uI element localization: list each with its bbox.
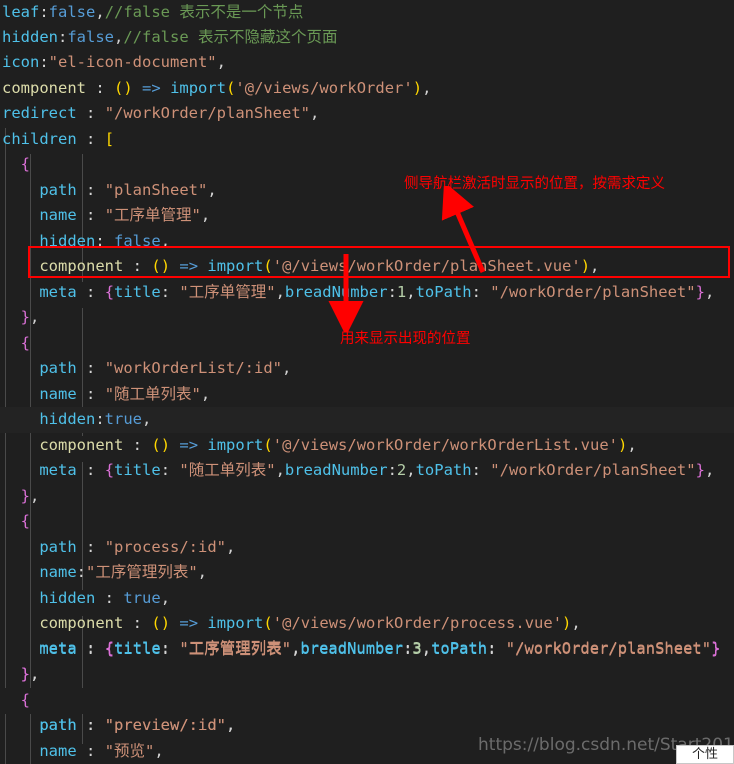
preview-route-block: { path : "preview/:id", bbox=[0, 0, 734, 764]
code-line: path : "preview/:id", bbox=[39, 716, 236, 734]
code-line: { bbox=[0, 688, 734, 714]
screenshot-root: leaf:false,//false 表示不是一个节点 hidden:false… bbox=[0, 0, 734, 764]
